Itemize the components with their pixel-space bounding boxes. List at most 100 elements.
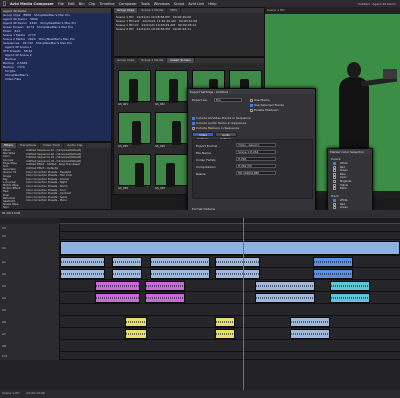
timeline-clip[interactable] [145, 281, 185, 291]
clip-thumbnail[interactable] [155, 70, 188, 103]
track-header[interactable]: A3 [0, 280, 60, 292]
menu-help[interactable]: Help [208, 2, 216, 6]
timeline-clip[interactable] [60, 269, 105, 279]
project-bin-row[interactable]: Video Files [1, 77, 111, 81]
menu-composer[interactable]: Composer [119, 2, 137, 6]
tab-group-clips[interactable]: Group Clips [114, 8, 139, 13]
timeline-clip[interactable] [215, 257, 260, 267]
opt-include-video[interactable]: Include All Video Tracks in Sequence [192, 116, 251, 120]
track-header[interactable]: V3 [0, 224, 60, 232]
color-checkbox[interactable] [333, 187, 336, 191]
menu-windows[interactable]: Windows [154, 2, 170, 6]
filename-field[interactable]: Scene 1 H.264 [236, 150, 276, 154]
clip-thumbnail[interactable] [155, 112, 188, 145]
tab-transitions[interactable]: Transitions [17, 143, 41, 148]
timeline-clip[interactable] [145, 293, 185, 303]
track-header[interactable]: A6 [0, 316, 60, 328]
track-header[interactable]: A1 [0, 256, 60, 268]
menu-timeline[interactable]: Timeline [99, 2, 114, 6]
opt-enable-mixdown[interactable]: Enable Mixdown [250, 108, 278, 112]
menu-clip[interactable]: Clip [89, 2, 96, 6]
timeline-clip[interactable] [313, 269, 353, 279]
audio-waveform [216, 333, 234, 335]
color-checkbox[interactable] [333, 176, 336, 180]
tab-gs-scene1[interactable]: Scene 1 Media [138, 58, 168, 63]
timeline-clip[interactable] [313, 257, 353, 267]
timeline-clip[interactable] [60, 257, 105, 267]
opt-include-audio[interactable]: Include Audio Tracks in Sequence [192, 121, 246, 125]
color-checkbox[interactable] [333, 162, 336, 165]
video-settings-tab[interactable]: Video Settings [192, 132, 214, 141]
tab-filters[interactable]: Filters [1, 143, 17, 148]
export-as-select[interactable]: File [214, 98, 242, 102]
timeline-clip[interactable] [255, 281, 315, 291]
timeline-clip[interactable] [215, 317, 235, 327]
resize-select[interactable]: HD 1920x1080 [236, 171, 276, 175]
menu-script[interactable]: Script [174, 2, 184, 6]
clip-thumbnail[interactable] [118, 154, 151, 187]
tab-green-screen[interactable]: Green Screen [167, 58, 195, 63]
audio-waveform [314, 273, 352, 275]
tab-mov[interactable]: MOV [167, 8, 182, 13]
effect-preset[interactable]: Color Correction Presets - Mono [24, 199, 113, 203]
track-header[interactable]: A4 [0, 292, 60, 304]
tab-gs-group[interactable]: Group Clips [114, 58, 139, 63]
apple-icon[interactable]:  [3, 1, 6, 7]
timeline-clip[interactable] [125, 317, 147, 327]
app-menu[interactable]: Avid Media Composer [10, 2, 54, 6]
menu-edit[interactable]: Edit [68, 2, 75, 6]
timeline-clip[interactable] [60, 241, 400, 255]
clip-thumbnail[interactable] [118, 70, 151, 103]
track-header[interactable]: TC1 [0, 352, 60, 360]
tab-scene-1-media[interactable]: Scene 1 Media [138, 8, 168, 13]
timeline-clip[interactable] [125, 329, 147, 339]
timeline-clip[interactable] [215, 269, 260, 279]
color-checkbox[interactable] [333, 183, 336, 187]
bin-clip-row[interactable]: Scene 2 HD 12/21/21 10:48:56 PM 00:00:24:1… [114, 27, 264, 31]
marker-color-option[interactable]: Black [331, 187, 371, 191]
color-checkbox[interactable] [333, 172, 336, 176]
project-bin-list: Group Clips 8868 ShinyNewMac's Mac Pro Agen… [1, 13, 111, 81]
timeline-clip[interactable] [112, 269, 142, 279]
tab-video-track[interactable]: Video Track [40, 143, 65, 148]
audio-waveform [331, 297, 369, 299]
menu-tools[interactable]: Tools [141, 2, 150, 6]
track-header[interactable]: A8 [0, 340, 60, 352]
codec-select[interactable]: H.264 [236, 157, 276, 161]
timeline-clip[interactable] [150, 257, 210, 267]
menu-file[interactable]: File [58, 2, 64, 6]
format-select[interactable]: Video - Generic [236, 143, 276, 147]
color-checkbox[interactable] [333, 202, 336, 206]
compression-select[interactable]: H.264 (Hi) [236, 164, 276, 168]
color-checkbox[interactable] [333, 179, 336, 183]
menu-avid-link[interactable]: Avid Link [188, 2, 204, 6]
opt-selected-tracks[interactable]: Use Selected Tracks [250, 103, 284, 107]
track-header[interactable]: V1 [0, 240, 60, 256]
track-header[interactable]: A7 [0, 328, 60, 340]
track-header[interactable]: A2 [0, 268, 60, 280]
timeline-clip[interactable] [330, 281, 370, 291]
timeline-clip[interactable] [290, 317, 330, 327]
timeline-clip[interactable] [215, 329, 235, 339]
menu-bin[interactable]: Bin [79, 2, 85, 6]
audio-settings-tab[interactable]: Audio Settings [215, 132, 237, 141]
tab-audio-clip[interactable]: Audio Clip [64, 143, 87, 148]
color-checkbox[interactable] [333, 206, 336, 210]
timeline-clip[interactable] [150, 269, 210, 279]
timeline-clip[interactable] [330, 293, 370, 303]
playhead[interactable] [243, 218, 244, 390]
color-checkbox[interactable] [333, 165, 336, 169]
timeline-clip[interactable] [112, 257, 142, 267]
clip-thumbnail[interactable] [118, 112, 151, 145]
timeline-clip[interactable] [95, 281, 140, 291]
clip-thumbnail[interactable] [155, 154, 188, 187]
timeline-clip[interactable] [255, 293, 315, 303]
color-checkbox[interactable] [333, 169, 336, 173]
opt-include-markers[interactable]: Include Markers in Sequence [192, 126, 239, 130]
timeline-clip[interactable] [290, 329, 330, 339]
color-checkbox[interactable] [333, 199, 336, 202]
timeline-clip[interactable] [95, 293, 140, 303]
opt-use-marks[interactable]: Use Marks [250, 98, 270, 102]
track-header[interactable]: A5 [0, 304, 60, 316]
track-header[interactable]: V2 [0, 232, 60, 240]
